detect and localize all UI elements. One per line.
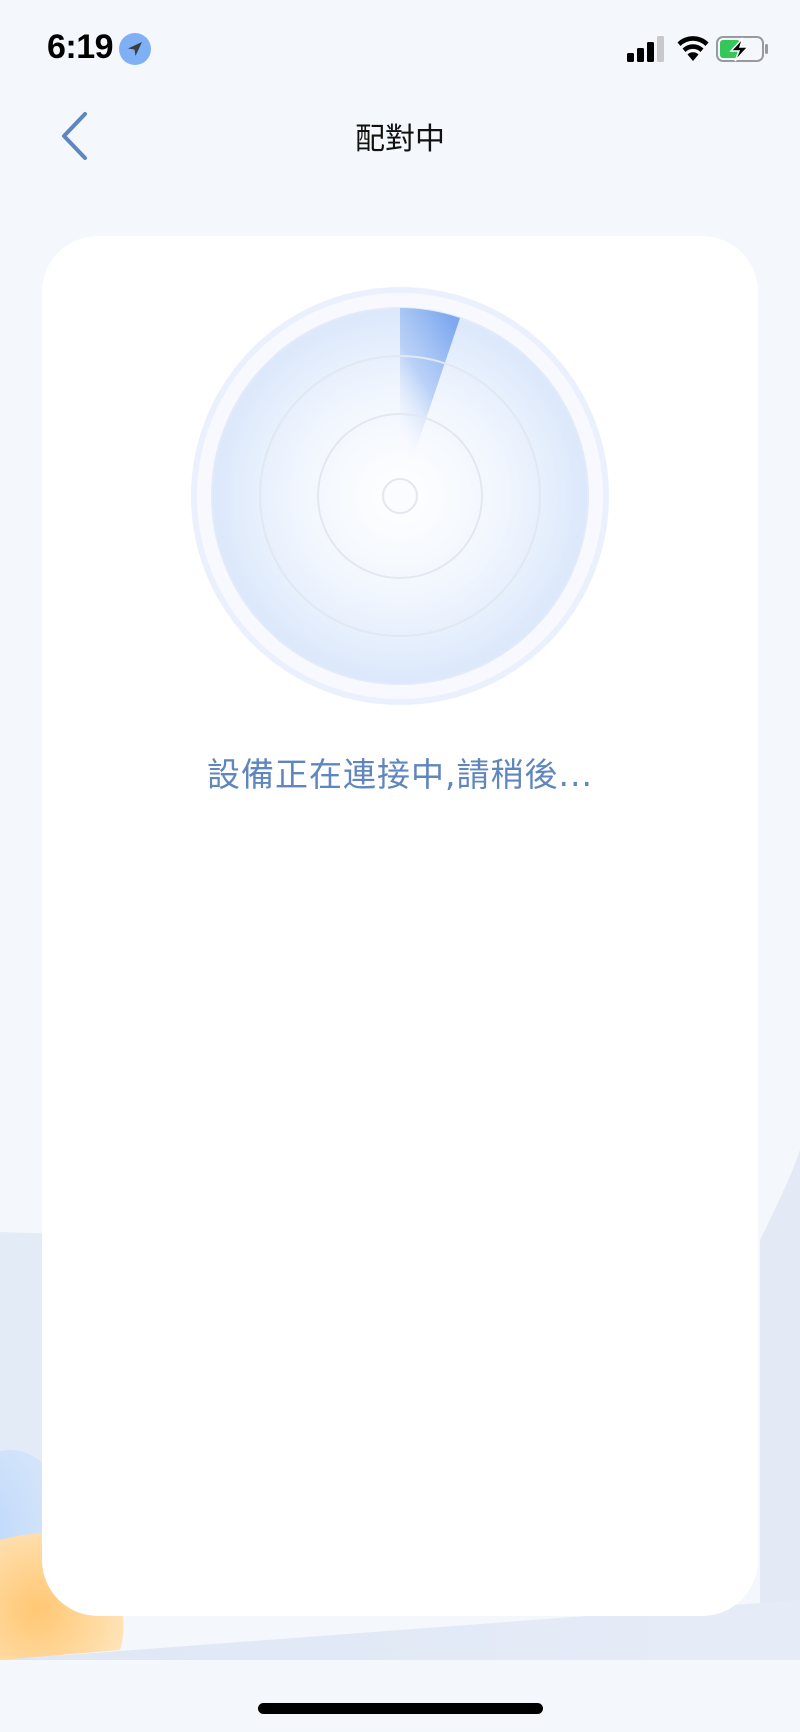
status-time: 6:19 [47,28,114,66]
navigation-bar: 配對中 [0,100,800,170]
radar-scan-icon [191,287,609,705]
battery-charging-icon [716,36,768,62]
cellular-signal-icon [627,36,664,62]
pairing-card: 設備正在連接中,請稍後... [42,236,758,1616]
wifi-icon [677,36,709,61]
page-title: 配對中 [355,122,445,157]
pairing-status-message: 設備正在連接中,請稍後... [207,755,593,794]
home-indicator [258,1703,543,1714]
location-arrow-icon [119,33,151,65]
status-bar: 6:19 [0,0,800,100]
